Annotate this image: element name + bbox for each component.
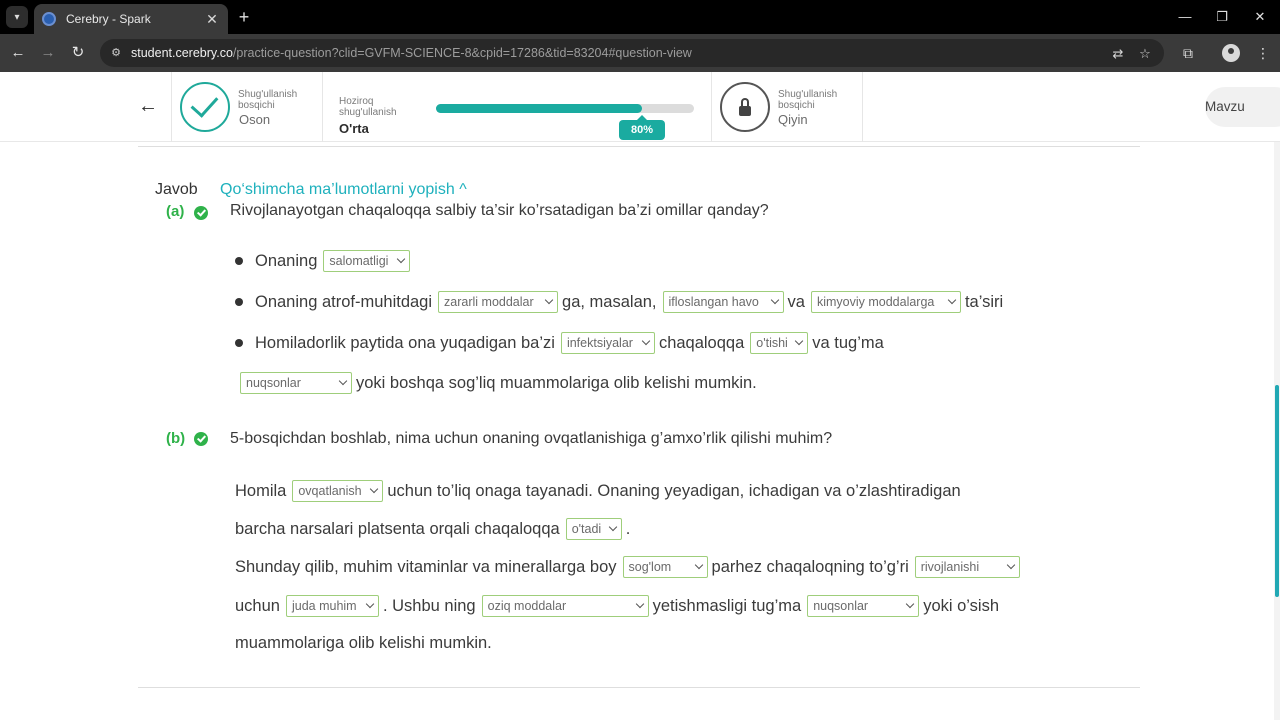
bullet-dot [235,298,243,306]
chevron-down-icon [397,254,406,264]
part-b-line-3: Shunday qilib, muhim vitaminlar va miner… [235,556,1024,578]
chevron-down-icon [694,560,703,570]
next-stage-level: Qiyin [778,112,808,127]
chevron-down-icon [635,599,644,609]
part-b-line-5: muammolariga olib kelishi mumkin. [235,634,492,652]
dropdown-juda-muhim[interactable]: juda muhim [285,595,379,617]
dropdown-nuqsonlar-b[interactable]: nuqsonlar [807,595,920,617]
dropdown-nuqsonlar[interactable]: nuqsonlar [240,372,352,394]
tab-close-icon[interactable]: ✕ [202,11,222,28]
forward-icon[interactable]: → [37,42,59,64]
window-close-icon[interactable]: ✕ [1245,6,1275,28]
chevron-down-icon [365,599,375,609]
back-icon[interactable]: ← [7,42,29,64]
chevron-down-icon [905,599,915,609]
site-info-icon[interactable]: ⚙ [108,45,124,61]
part-b-line-4: uchun juda muhim . Ushbu ning oziq modda… [235,595,1003,617]
part-a-correct-check-icon [194,206,208,220]
bullet-dot [235,339,243,347]
tab-title: Cerebry - Spark [66,12,151,26]
bookmark-star-icon[interactable]: ☆ [1136,45,1154,63]
current-stage-level: O'rta [339,121,369,136]
header-divider [322,72,323,142]
url-text: student.cerebry.co/practice-question?cli… [131,46,692,60]
current-stage-caption: Hoziroq shug'ullanish [339,96,397,118]
completed-check-icon [180,82,230,132]
chevron-down-icon [608,522,617,532]
part-a-bullet-1: Onaning salomatligi [235,250,414,272]
prev-stage-caption: Shug'ullanish bosqichi [238,89,298,111]
part-a-bullet-2: Onaning atrof-muhitdagi zararli moddalar… [235,291,1007,313]
dropdown-otishi[interactable]: o'tishi [750,332,809,354]
content-divider [138,146,1140,147]
cerebry-favicon-icon [42,12,56,26]
chevron-down-icon [1006,560,1015,570]
next-stage-caption: Shug'ullanish bosqichi [778,89,838,111]
dropdown-zararli-moddalar[interactable]: zararli moddalar [438,291,559,313]
chevron-down-icon [370,484,379,494]
dropdown-rivojlanishi[interactable]: rivojlanishi [914,556,1020,578]
tab-search-chevron-icon[interactable]: ▾ [6,6,28,28]
header-divider [862,72,863,142]
reload-icon[interactable]: ↻ [67,42,89,64]
header-divider [711,72,712,142]
translate-icon[interactable]: ⇄ [1109,45,1127,63]
header-divider [171,72,172,142]
part-b-label: (b) [166,430,186,447]
profile-avatar-icon[interactable] [1222,44,1240,62]
chevron-down-icon [544,295,554,305]
progress-badge: 80% [619,115,665,140]
part-a-label: (a) [166,203,185,220]
extensions-puzzle-icon[interactable]: ⧉ [1177,42,1199,64]
progress-bar [436,104,694,113]
practice-header: ← Shug'ullanish bosqichi Oson Hoziroq sh… [0,72,1280,142]
answer-label: Javob [155,181,198,198]
dropdown-salomatligi[interactable]: salomatligi [323,250,411,272]
part-a-line-4: nuqsonlar yoki boshqa sog’liq muammolari… [238,372,761,394]
progress-fill [436,104,643,113]
dropdown-otadi[interactable]: o'tadi [565,518,622,540]
new-tab-plus-icon[interactable]: + [234,7,254,27]
dropdown-soglom[interactable]: sog'lom [622,556,708,578]
part-b-line-2: barcha narsalari platsenta orqali chaqal… [235,518,634,540]
part-b-question: 5-bosqichdan boshlab, nima uchun onaning… [230,430,833,447]
address-bar[interactable]: ⚙ student.cerebry.co/practice-question?c… [100,39,1164,67]
browser-tabstrip: ▾ Cerebry - Spark ✕ + — ❐ ✕ [0,0,1280,34]
chevron-down-icon [641,336,651,346]
chevron-down-icon [770,295,779,305]
topic-button[interactable]: Mavzu [1205,87,1280,127]
chevron-down-icon [795,336,804,346]
dropdown-infektsiyalar[interactable]: infektsiyalar [560,332,655,354]
part-b-line-1: Homila ovqatlanish uchun to’liq onaga ta… [235,480,965,502]
part-a-bullet-3: Homiladorlik paytida ona yuqadigan ba’zi… [235,332,888,354]
dropdown-ifloslangan-havo[interactable]: ifloslangan havo [662,291,784,313]
chevron-down-icon [338,376,348,386]
part-a-question: Rivojlanayotgan chaqaloqqa salbiy ta’sir… [230,202,769,219]
bullet-dot [235,257,243,265]
hide-details-link[interactable]: Qo‘shimcha ma’lumotlarni yopish ^ [220,181,467,199]
dropdown-oziq-moddalar[interactable]: oziq moddalar [481,595,649,617]
chrome-menu-icon[interactable]: ⋮ [1252,42,1274,64]
dropdown-kimyoviy-moddalarga[interactable]: kimyoviy moddalarga [810,291,961,313]
browser-tab[interactable]: Cerebry - Spark ✕ [34,4,228,34]
content-divider [138,687,1140,688]
chevron-down-icon [947,295,957,305]
locked-stage-lock-icon [720,82,770,132]
back-arrow-icon[interactable]: ← [137,95,159,117]
restore-icon[interactable]: ❐ [1207,6,1237,28]
dropdown-ovqatlanish[interactable]: ovqatlanish [292,480,384,502]
part-b-correct-check-icon [194,432,208,446]
browser-toolbar: ← → ↻ ⚙ student.cerebry.co/practice-ques… [0,34,1280,72]
minimize-icon[interactable]: — [1170,6,1200,28]
scrollbar-thumb[interactable] [1275,385,1279,597]
prev-stage-level: Oson [239,112,271,127]
